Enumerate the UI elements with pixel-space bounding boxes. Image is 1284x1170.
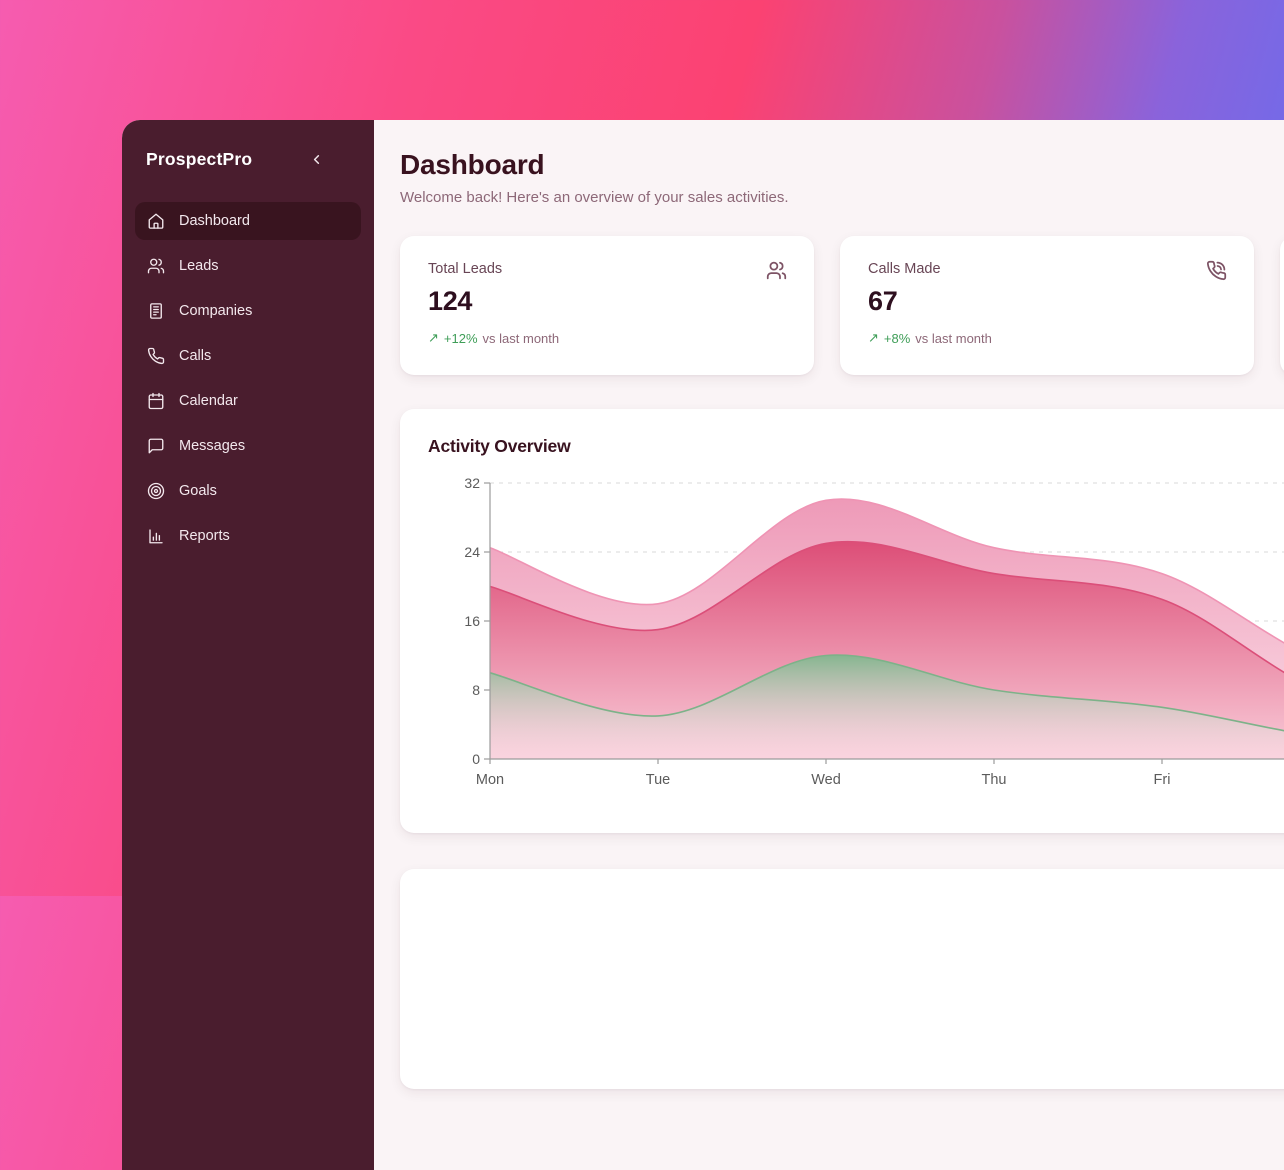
- svg-text:16: 16: [464, 613, 480, 629]
- sidebar-item-label: Calendar: [179, 393, 238, 409]
- svg-text:Mon: Mon: [476, 772, 504, 788]
- svg-text:24: 24: [464, 544, 480, 560]
- building-icon: [147, 302, 165, 320]
- delta-percent: +12%: [444, 331, 478, 346]
- sidebar: ProspectPro Dashboard Leads Companies Calls…: [122, 120, 374, 1170]
- sidebar-item-messages[interactable]: Messages: [135, 427, 361, 465]
- bottom-card-clipped: [400, 869, 1284, 1089]
- sidebar-collapse-button[interactable]: [309, 148, 351, 170]
- stat-label: Calls Made: [868, 261, 1226, 277]
- page-title: Dashboard: [400, 148, 1284, 182]
- svg-text:0: 0: [472, 751, 480, 767]
- stat-card-calls-made: Calls Made 67 ↗ +8% vs last month: [840, 236, 1254, 375]
- main-content: Dashboard Welcome back! Here's an overvi…: [374, 120, 1284, 1170]
- sidebar-item-label: Dashboard: [179, 213, 250, 229]
- svg-text:8: 8: [472, 682, 480, 698]
- chart-title: Activity Overview: [428, 436, 1284, 457]
- sidebar-item-label: Messages: [179, 438, 245, 454]
- sidebar-nav: Dashboard Leads Companies Calls Calendar Mess…: [135, 202, 361, 555]
- users-icon: [766, 260, 787, 286]
- brand-logo-text: ProspectPro: [146, 149, 252, 170]
- bar-chart-icon: [147, 527, 165, 545]
- sidebar-item-label: Reports: [179, 528, 230, 544]
- activity-chart: 08162432MonTueWedThuFriSatSun: [428, 471, 1284, 801]
- svg-text:Fri: Fri: [1154, 772, 1171, 788]
- stat-value: 67: [868, 286, 1226, 317]
- stat-label: Total Leads: [428, 261, 786, 277]
- home-icon: [147, 212, 165, 230]
- page-subtitle: Welcome back! Here's an overview of your…: [400, 188, 1284, 208]
- sidebar-item-dashboard[interactable]: Dashboard: [135, 202, 361, 240]
- stats-row: Total Leads124↗+12%vs last monthCalls Ma…: [400, 236, 1284, 375]
- stat-delta: ↗ +12% vs last month: [428, 330, 786, 346]
- sidebar-item-calendar[interactable]: Calendar: [135, 382, 361, 420]
- chevron-left-icon: [309, 152, 327, 170]
- stat-card-clipped: [1280, 236, 1284, 375]
- sidebar-item-companies[interactable]: Companies: [135, 292, 361, 330]
- sidebar-item-label: Companies: [179, 303, 252, 319]
- sidebar-header: ProspectPro: [135, 144, 361, 170]
- sidebar-item-goals[interactable]: Goals: [135, 472, 361, 510]
- svg-text:Tue: Tue: [646, 772, 670, 788]
- app-window: ProspectPro Dashboard Leads Companies Calls…: [122, 120, 1284, 1170]
- activity-overview-card: Activity Overview 0 8 16 24 32 Mon Tue Wed Thu Fr…: [400, 409, 1284, 833]
- sidebar-item-reports[interactable]: Reports: [135, 517, 361, 555]
- phone-icon: [147, 347, 165, 365]
- calendar-icon: [147, 392, 165, 410]
- sidebar-item-leads[interactable]: Leads: [135, 247, 361, 285]
- delta-note: vs last month: [915, 331, 992, 346]
- stat-value: 124: [428, 286, 786, 317]
- stat-delta: ↗ +8% vs last month: [868, 330, 1226, 346]
- delta-note: vs last month: [483, 331, 560, 346]
- sidebar-item-calls[interactable]: Calls: [135, 337, 361, 375]
- svg-text:Wed: Wed: [811, 772, 841, 788]
- trend-up-arrow-icon: ↗: [428, 330, 439, 346]
- svg-text:32: 32: [464, 475, 480, 491]
- users-icon: [147, 257, 165, 275]
- stat-card-total-leads: Total Leads 124 ↗ +12% vs last month: [400, 236, 814, 375]
- svg-text:Thu: Thu: [982, 772, 1007, 788]
- target-icon: [147, 482, 165, 500]
- phone-call-icon: [1206, 260, 1227, 286]
- sidebar-item-label: Goals: [179, 483, 217, 499]
- delta-percent: +8%: [884, 331, 910, 346]
- sidebar-item-label: Calls: [179, 348, 211, 364]
- message-square-icon: [147, 437, 165, 455]
- trend-up-arrow-icon: ↗: [868, 330, 879, 346]
- sidebar-item-label: Leads: [179, 258, 219, 274]
